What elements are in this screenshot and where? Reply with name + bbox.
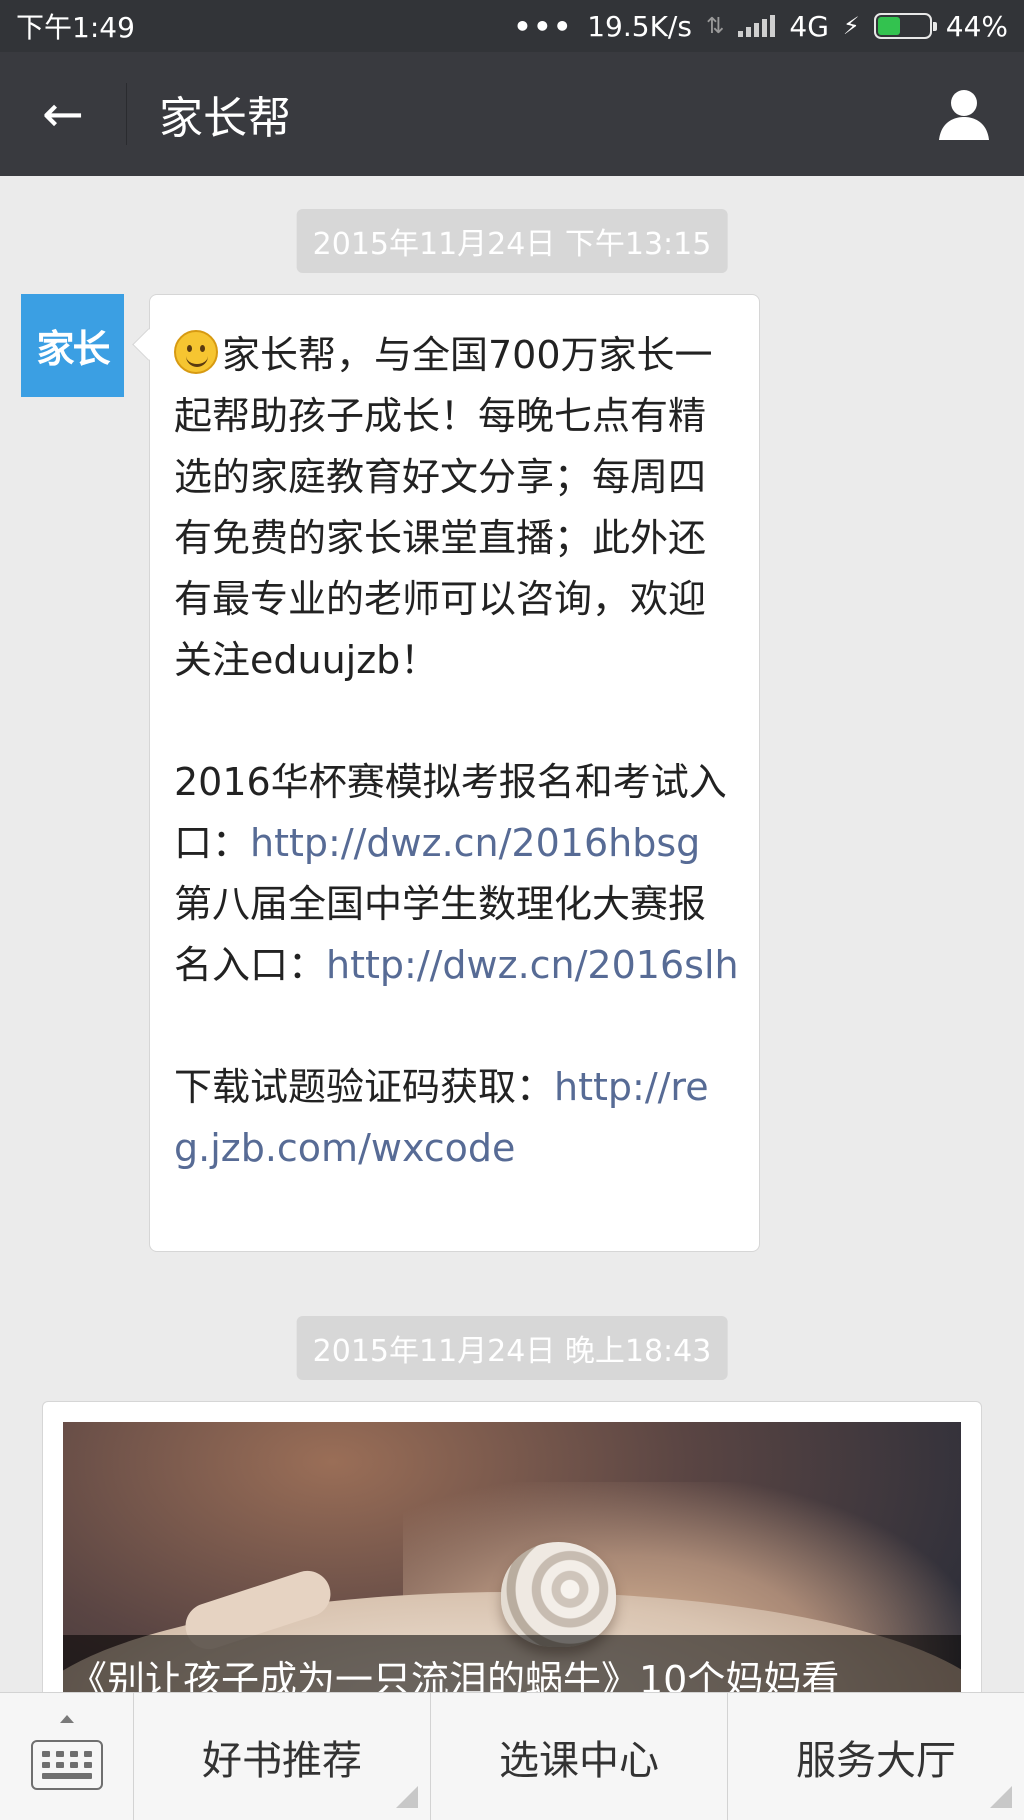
network-type: 4G xyxy=(789,9,829,43)
more-dots-icon: ••• xyxy=(513,9,574,43)
header-divider xyxy=(126,83,127,145)
wxcode-paragraph: 下载试题验证码获取：http://reg.jzb.com/wxcode xyxy=(174,1057,739,1179)
message-timestamp: 2015年11月24日 下午13:15 xyxy=(296,209,728,273)
caret-up-icon xyxy=(60,1715,74,1723)
network-speed: 19.5K/s xyxy=(587,9,692,43)
status-bar: 下午1:49 ••• 19.5K/s ⇅ 4G ⚡ 44% xyxy=(0,0,1024,52)
shulihua-paragraph: 第八届全国中学生数理化大赛报名入口：http://dwz.cn/2016slh xyxy=(174,874,739,996)
person-icon xyxy=(939,90,989,140)
snail-shell-image xyxy=(501,1542,616,1647)
wxcode-label: 下载试题验证码获取： xyxy=(174,1065,555,1109)
back-button[interactable]: ← xyxy=(0,52,126,176)
battery-percent: 44% xyxy=(945,9,1008,43)
menu-good-books-label: 好书推荐 xyxy=(202,1737,362,1784)
status-right-group: ••• 19.5K/s ⇅ 4G ⚡ 44% xyxy=(514,10,1008,43)
submenu-corner-icon xyxy=(990,1786,1012,1808)
menu-service-hall-label: 服务大厅 xyxy=(796,1737,956,1784)
chat-title: 家长帮 xyxy=(159,93,291,144)
signal-icon xyxy=(738,15,776,37)
back-arrow-icon: ← xyxy=(42,85,84,143)
chat-header: ← 家长帮 xyxy=(0,52,1024,176)
huabei-paragraph: 2016华杯赛模拟考报名和考试入口：http://dwz.cn/2016hbsg xyxy=(174,752,739,874)
message-timestamp: 2015年11月24日 晚上18:43 xyxy=(296,1316,728,1380)
bottom-menu-bar: 好书推荐 选课中心 服务大厅 xyxy=(0,1692,1024,1820)
battery-fill xyxy=(877,17,900,35)
submenu-corner-icon xyxy=(396,1786,418,1808)
profile-button[interactable] xyxy=(904,52,1024,176)
menu-course-center-label: 选课中心 xyxy=(499,1737,659,1784)
data-transfer-icon: ⇅ xyxy=(705,13,725,39)
text-message-bubble[interactable]: 家长帮，与全国700万家长一起帮助孩子成长！每晚七点有精选的家庭教育好文分享；每… xyxy=(149,294,760,1252)
intro-paragraph: 家长帮，与全国700万家长一起帮助孩子成长！每晚七点有精选的家庭教育好文分享；每… xyxy=(174,325,739,691)
status-time: 下午1:49 xyxy=(16,11,135,44)
menu-good-books[interactable]: 好书推荐 xyxy=(134,1693,431,1820)
shulihua-link[interactable]: http://dwz.cn/2016slh xyxy=(326,943,739,987)
intro-text: 家长帮，与全国700万家长一起帮助孩子成长！每晚七点有精选的家庭教育好文分享；每… xyxy=(174,333,713,682)
official-account-avatar[interactable]: 家长 xyxy=(21,294,124,397)
smile-emoji-icon xyxy=(174,330,218,374)
charging-icon: ⚡ xyxy=(842,12,860,40)
keyboard-toggle-button[interactable] xyxy=(0,1693,134,1820)
huabei-link[interactable]: http://dwz.cn/2016hbsg xyxy=(250,821,700,865)
menu-course-center[interactable]: 选课中心 xyxy=(431,1693,728,1820)
keyboard-icon xyxy=(30,1739,103,1790)
menu-service-hall[interactable]: 服务大厅 xyxy=(728,1693,1024,1820)
battery-icon xyxy=(873,13,937,39)
avatar-logo-text: 家长 xyxy=(36,327,110,371)
